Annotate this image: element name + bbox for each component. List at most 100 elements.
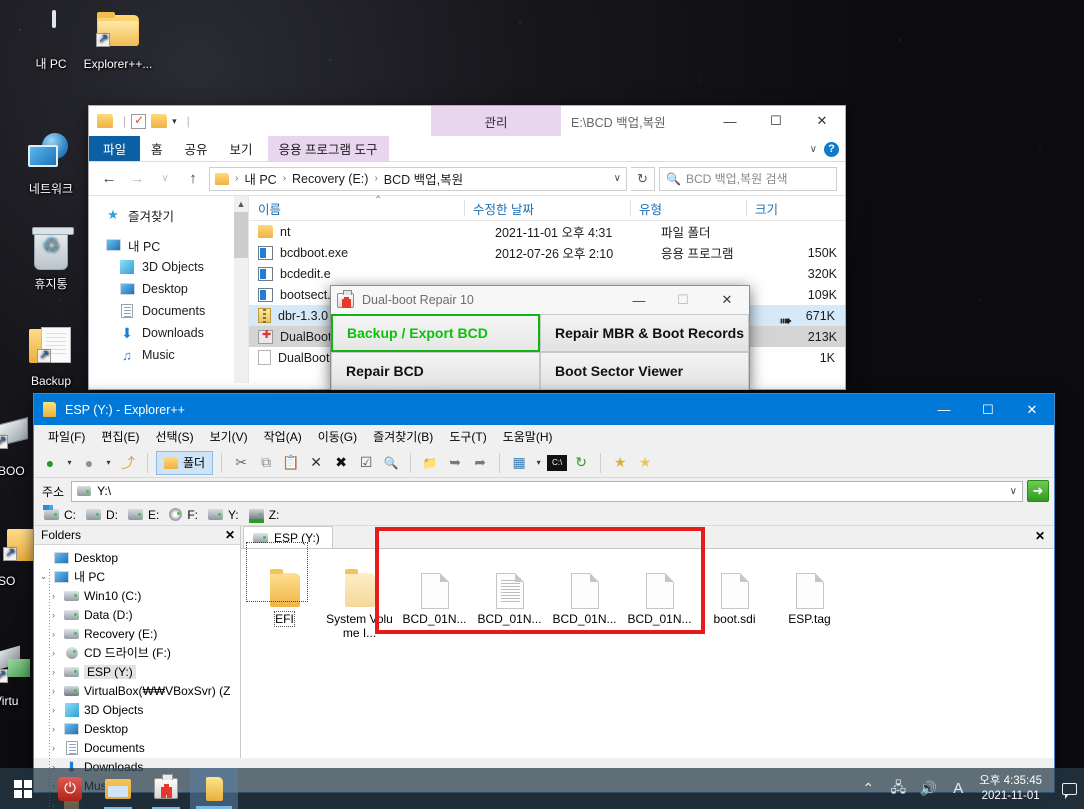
views-dropdown-icon[interactable]: ▾	[533, 452, 544, 474]
breadcrumb-current[interactable]: BCD 백업,복원	[384, 169, 463, 188]
minimize-button[interactable]: —	[707, 106, 753, 136]
file-explorer-button[interactable]	[94, 768, 142, 809]
tab-esp-y[interactable]: ESP (Y:)	[243, 526, 333, 548]
tab-bar[interactable]: ESP (Y:) ✕	[241, 526, 1054, 549]
close-button[interactable]: ✕	[1010, 394, 1054, 425]
window-controls[interactable]: — ☐ ✕	[922, 394, 1054, 424]
file-icon-grid[interactable]: EFI System Volume I... BCD_01N... BCD_01…	[241, 549, 1054, 640]
chevron-down-icon[interactable]: ∨	[1010, 486, 1017, 497]
column-type[interactable]: 유형	[630, 196, 746, 221]
delete-permanently-icon[interactable]: ✖	[330, 452, 352, 474]
breadcrumb-my-pc[interactable]: 내 PC	[244, 169, 276, 188]
list-item[interactable]: BCD_01N...	[472, 557, 547, 640]
tree-item-desktop-2[interactable]: › Desktop	[34, 719, 240, 738]
minimize-button[interactable]: —	[617, 286, 661, 314]
recent-locations-button[interactable]: ∨	[153, 167, 177, 191]
properties-icon[interactable]: ☑	[355, 452, 377, 474]
system-tray[interactable]: ⌃ 🖧 🔊 A 오후 4:35:45 2021-11-01	[853, 768, 1084, 809]
menu-go[interactable]: 이동(G)	[310, 428, 365, 445]
collapse-chevron-icon[interactable]: ⌄	[38, 571, 49, 582]
menu-tools[interactable]: 도구(T)	[441, 428, 494, 445]
nav-item-downloads[interactable]: ⬇ Downloads	[89, 322, 248, 344]
list-item[interactable]: ESP.tag	[772, 557, 847, 640]
tree-item-documents[interactable]: › Documents	[34, 738, 240, 757]
address-bar[interactable]: › 내 PC › Recovery (E:) › BCD 백업,복원 ∨	[209, 166, 627, 191]
nav-pane-scrollbar[interactable]: ▲	[234, 196, 248, 383]
back-icon[interactable]: ●	[39, 452, 61, 474]
navigation-bar[interactable]: ← → ∨ ↑ › 내 PC › Recovery (E:) › BCD 백업,…	[89, 162, 845, 196]
drive-button-f[interactable]: F:	[167, 508, 205, 522]
tree-item-3d-objects[interactable]: › 3D Objects	[34, 700, 240, 719]
list-item[interactable]: BCD_01N...	[547, 557, 622, 640]
open-command-prompt-icon[interactable]: C:\	[547, 454, 568, 471]
bookmarks-icon[interactable]: ★	[634, 452, 656, 474]
volume-icon[interactable]: 🔊	[913, 768, 943, 809]
refresh-button[interactable]: ↻	[631, 166, 655, 191]
explorerpp-button[interactable]	[190, 768, 238, 809]
up-button[interactable]: ↑	[181, 167, 205, 191]
new-folder-icon[interactable]: 📁	[419, 452, 441, 474]
folder-icon[interactable]	[97, 114, 113, 128]
folders-toggle-button[interactable]: 폴더	[156, 450, 214, 475]
expand-chevron-icon[interactable]: ›	[48, 686, 59, 696]
scroll-up-icon[interactable]: ▲	[234, 196, 248, 212]
expand-chevron-icon[interactable]: ›	[48, 610, 59, 620]
nav-item-desktop[interactable]: Desktop	[89, 278, 248, 300]
chevron-down-icon[interactable]: ∨	[810, 144, 817, 155]
tab-home[interactable]: 홈	[140, 136, 174, 161]
tree-item-win10-c[interactable]: › Win10 (C:)	[34, 586, 240, 605]
nav-item-music[interactable]: ♫ Music	[89, 344, 248, 366]
dual-boot-repair-window[interactable]: Dual-boot Repair 10 — ☐ ✕ Backup / Expor…	[330, 285, 750, 390]
nav-item-my-pc[interactable]: 내 PC	[89, 234, 248, 256]
ime-indicator[interactable]: A	[943, 768, 973, 809]
table-row[interactable]: bcdedit.e 320K	[249, 263, 845, 284]
network-icon[interactable]: 🖧	[883, 768, 913, 809]
drive-button-c[interactable]: C:	[42, 505, 83, 522]
maximize-button[interactable]: ☐	[753, 106, 799, 136]
up-icon[interactable]: ⤴	[117, 452, 139, 474]
desktop-icon-recycle-bin[interactable]: 휴지통	[12, 227, 90, 291]
refresh-icon[interactable]: ↻	[570, 452, 592, 474]
folders-pane[interactable]: Folders ✕ Desktop ⌄ 내 PC › Win10 (C:) › …	[34, 526, 241, 809]
expand-chevron-icon[interactable]: ›	[48, 667, 59, 677]
drive-button-d[interactable]: D:	[84, 508, 125, 522]
tab-view[interactable]: 보기	[219, 136, 264, 161]
list-item[interactable]: EFI	[247, 557, 322, 640]
repair-mbr-boot-records-button[interactable]: Repair MBR & Boot Records	[540, 314, 749, 352]
window-controls[interactable]: — ☐ ✕	[707, 106, 845, 136]
close-button[interactable]: ✕	[705, 286, 749, 314]
explorerpp-window[interactable]: ESP (Y:) - Explorer++ — ☐ ✕ 파일(F) 편집(E) …	[33, 393, 1055, 809]
power-button[interactable]: ⏻	[46, 768, 94, 809]
expand-chevron-icon[interactable]: ›	[48, 629, 59, 639]
file-pane[interactable]: ESP (Y:) ✕ EFI System Volume I... BCD_01…	[241, 526, 1054, 758]
help-icon[interactable]: ?	[824, 141, 839, 157]
tree-item-esp-y[interactable]: › ESP (Y:)	[34, 662, 240, 681]
menu-help[interactable]: 도움말(H)	[495, 428, 561, 445]
search-input[interactable]: 🔍 BCD 백업,복원 검색	[659, 166, 837, 191]
desktop-icon-backup[interactable]: Backup	[12, 325, 90, 388]
clock[interactable]: 오후 4:35:45 2021-11-01	[973, 774, 1054, 804]
cut-icon[interactable]: ✂	[230, 452, 252, 474]
address-bar-row[interactable]: 주소 Y:\ ∨ ➜	[34, 478, 1054, 504]
menu-actions[interactable]: 작업(A)	[256, 428, 310, 445]
list-item[interactable]: System Volume I...	[322, 557, 397, 640]
boot-sector-viewer-button[interactable]: Boot Sector Viewer	[540, 352, 749, 390]
close-button[interactable]: ✕	[799, 106, 845, 136]
menu-bar[interactable]: 파일(F) 편집(E) 선택(S) 보기(V) 작업(A) 이동(G) 즐겨찾기…	[34, 425, 1054, 448]
quick-access-toolbar[interactable]: | ▾ | 관리 E:\BCD 백업,복원 — ☐ ✕	[89, 106, 845, 136]
search-icon[interactable]: 🔍	[380, 452, 402, 474]
ribbon-tab-bar[interactable]: 파일 홈 공유 보기 응용 프로그램 도구 ∨ ?	[89, 136, 845, 162]
delete-icon[interactable]: ✕	[305, 452, 327, 474]
tree-item-cd-drive-f[interactable]: › CD 드라이브 (F:)	[34, 643, 240, 662]
tree-item-desktop[interactable]: Desktop	[34, 548, 240, 567]
close-tab-icon[interactable]: ✕	[1035, 525, 1045, 548]
tree-item-my-pc[interactable]: ⌄ 내 PC	[34, 567, 240, 586]
drive-button-e[interactable]: E:	[126, 508, 166, 522]
dialog-title-bar[interactable]: Dual-boot Repair 10 — ☐ ✕	[331, 286, 749, 314]
address-input[interactable]: Y:\ ∨	[71, 480, 1023, 502]
desktop-icon-explorerpp[interactable]: Explorer++...	[72, 8, 164, 71]
column-date-modified[interactable]: 수정한 날짜	[464, 196, 630, 221]
nav-item-favorites[interactable]: ★ 즐겨찾기	[89, 204, 248, 226]
menu-view[interactable]: 보기(V)	[202, 428, 256, 445]
drive-button-y[interactable]: Y:	[206, 508, 246, 522]
